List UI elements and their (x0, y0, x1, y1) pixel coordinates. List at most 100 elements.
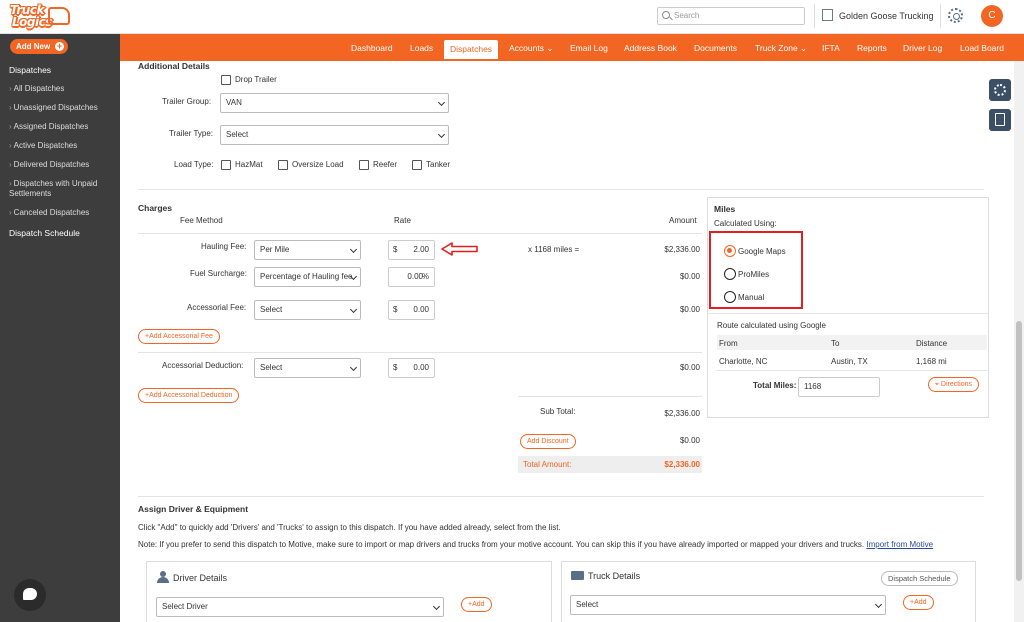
company-selector[interactable]: Golden Goose Trucking (822, 9, 934, 21)
fuel-rate-value: 0.00 (407, 272, 423, 281)
nav-dashboard[interactable]: Dashboard (351, 34, 393, 61)
accessorial-rate-input[interactable]: $0.00 (388, 300, 435, 320)
sidebar-item-assigned[interactable]: › Assigned Dispatches (9, 122, 115, 132)
chevron-right-icon: › (9, 179, 12, 188)
sidebar-item-canceled[interactable]: › Canceled Dispatches (9, 208, 115, 218)
import-from-motive-link[interactable]: Import from Motive (866, 540, 933, 549)
nav-truck-zone[interactable]: Truck Zone ⌄ (755, 34, 807, 61)
accessorial-deduction-method-select[interactable]: Select (254, 358, 361, 378)
chat-widget-button[interactable] (14, 579, 46, 611)
sidebar-item-unassigned[interactable]: › Unassigned Dispatches (9, 103, 115, 113)
add-accessorial-fee-button[interactable]: +Add Accessorial Fee (138, 329, 220, 344)
calculated-using-label: Calculated Using: (714, 219, 777, 228)
nav-email-log[interactable]: Email Log (570, 34, 608, 61)
hauling-fee-method-select[interactable]: Per Mile (254, 240, 361, 260)
hazmat-checkbox[interactable] (221, 160, 231, 170)
gear-icon[interactable] (948, 8, 963, 23)
add-new-button[interactable]: Add New + (10, 39, 68, 54)
add-discount-button[interactable]: Add Discount (520, 434, 576, 449)
sidebar-item-all-dispatches[interactable]: › All Dispatches (9, 84, 115, 94)
truck-logics-logo[interactable]: Truck Logics (8, 3, 72, 31)
chevron-down-icon (349, 305, 358, 314)
oversize-load-checkbox[interactable] (278, 160, 288, 170)
select-truck[interactable]: Select (570, 595, 886, 615)
hauling-rate-input[interactable]: $2.00 (388, 240, 435, 260)
chevron-right-icon: › (9, 103, 12, 112)
sidebar-item-active[interactable]: › Active Dispatches (9, 141, 115, 151)
sidebar-item-label: All Dispatches (13, 84, 65, 93)
chevron-down-icon (432, 602, 441, 611)
reefer-checkbox[interactable] (359, 160, 369, 170)
assign-instruction: Click "Add" to quickly add 'Drivers' and… (138, 523, 561, 532)
accessorial-amount: $0.00 (679, 305, 700, 314)
hauling-rate-value: 2.00 (413, 245, 429, 254)
promiles-label: ProMiles (738, 270, 770, 279)
nav-address-book[interactable]: Address Book (624, 34, 677, 61)
hauling-calc: x 1168 miles = (528, 245, 580, 254)
currency-symbol: $ (393, 363, 398, 372)
total-amount-label: Total Amount: (523, 460, 572, 469)
assign-note: Note: If you prefer to send this dispatc… (138, 540, 933, 549)
scrollbar[interactable] (1014, 61, 1024, 622)
sidebar-dispatch-schedule[interactable]: Dispatch Schedule (9, 228, 80, 238)
nav-ifta[interactable]: IFTA (822, 34, 840, 61)
hauling-fee-label: Hauling Fee: (201, 242, 247, 251)
chevron-down-icon (874, 600, 883, 609)
chevron-right-icon: › (9, 84, 12, 93)
building-icon (822, 9, 833, 21)
tanker-checkbox[interactable] (412, 160, 422, 170)
trailer-type-select[interactable]: Select (220, 125, 449, 145)
add-accessorial-deduction-button[interactable]: +Add Accessorial Deduction (138, 388, 240, 403)
directions-button[interactable]: ⌖ Directions (928, 377, 980, 392)
settings-float-button[interactable] (989, 79, 1011, 101)
drop-trailer-label: Drop Trailer (235, 75, 277, 84)
discount-amount: $0.00 (679, 436, 700, 445)
avatar[interactable]: C (981, 5, 1003, 27)
accessorial-method-value: Select (260, 305, 283, 314)
select-driver[interactable]: Select Driver (156, 597, 444, 617)
from-header: From (719, 339, 738, 348)
dispatch-schedule-button[interactable]: Dispatch Schedule (881, 571, 958, 586)
trailer-group-select[interactable]: VAN (220, 93, 449, 113)
top-bar: Truck Logics Search Golden Goose Truckin… (0, 0, 1024, 34)
nav-documents[interactable]: Documents (694, 34, 737, 61)
manual-radio[interactable] (724, 291, 736, 303)
nav-accounts[interactable]: Accounts ⌄ (509, 34, 553, 61)
scrollbar-thumb[interactable] (1016, 321, 1022, 581)
fuel-method-value: Percentage of Hauling fee (260, 272, 353, 281)
search-input[interactable]: Search (657, 7, 805, 25)
notes-float-button[interactable] (989, 109, 1011, 131)
sidebar-item-unpaid-settlements[interactable]: › Dispatches with Unpaid Settlements (9, 179, 115, 199)
nav-reports[interactable]: Reports (857, 34, 887, 61)
main-content: Additional Details Drop Trailer Trailer … (120, 61, 1024, 622)
nav-loads[interactable]: Loads (410, 34, 433, 61)
google-maps-radio[interactable] (724, 245, 736, 257)
nav-load-board[interactable]: Load Board (960, 34, 1004, 61)
sidebar-item-delivered[interactable]: › Delivered Dispatches (9, 160, 115, 170)
miles-title: Miles (714, 204, 736, 214)
route-to: Austin, TX (831, 357, 868, 366)
fuel-rate-input[interactable]: 0.00% (388, 267, 435, 287)
nav-driver-log[interactable]: Driver Log (903, 34, 942, 61)
fuel-amount: $0.00 (679, 272, 700, 281)
search-placeholder: Search (674, 11, 700, 20)
main-nav: Dashboard Loads Dispatches Accounts ⌄ Em… (120, 34, 1024, 61)
sidebar-section-dispatches[interactable]: Dispatches (9, 65, 51, 75)
promiles-radio[interactable] (724, 268, 736, 280)
divider (138, 352, 702, 353)
total-miles-input[interactable]: 1168 (798, 377, 880, 397)
accessorial-fee-method-select[interactable]: Select (254, 300, 361, 320)
divider (707, 313, 989, 314)
nav-dispatches[interactable]: Dispatches (444, 40, 499, 59)
add-new-label: Add New (16, 42, 51, 51)
plus-icon: + (55, 41, 64, 51)
directions-label: Directions (940, 381, 973, 388)
sidebar-item-label: Dispatches with Unpaid Settlements (9, 179, 98, 198)
add-driver-button[interactable]: +Add (461, 597, 492, 612)
chevron-down-icon (437, 130, 446, 139)
deduction-rate-input[interactable]: $0.00 (388, 358, 435, 378)
company-name: Golden Goose Trucking (839, 11, 934, 21)
fuel-surcharge-method-select[interactable]: Percentage of Hauling fee (254, 267, 361, 287)
drop-trailer-checkbox[interactable] (221, 75, 231, 85)
add-truck-button[interactable]: +Add (903, 595, 934, 610)
